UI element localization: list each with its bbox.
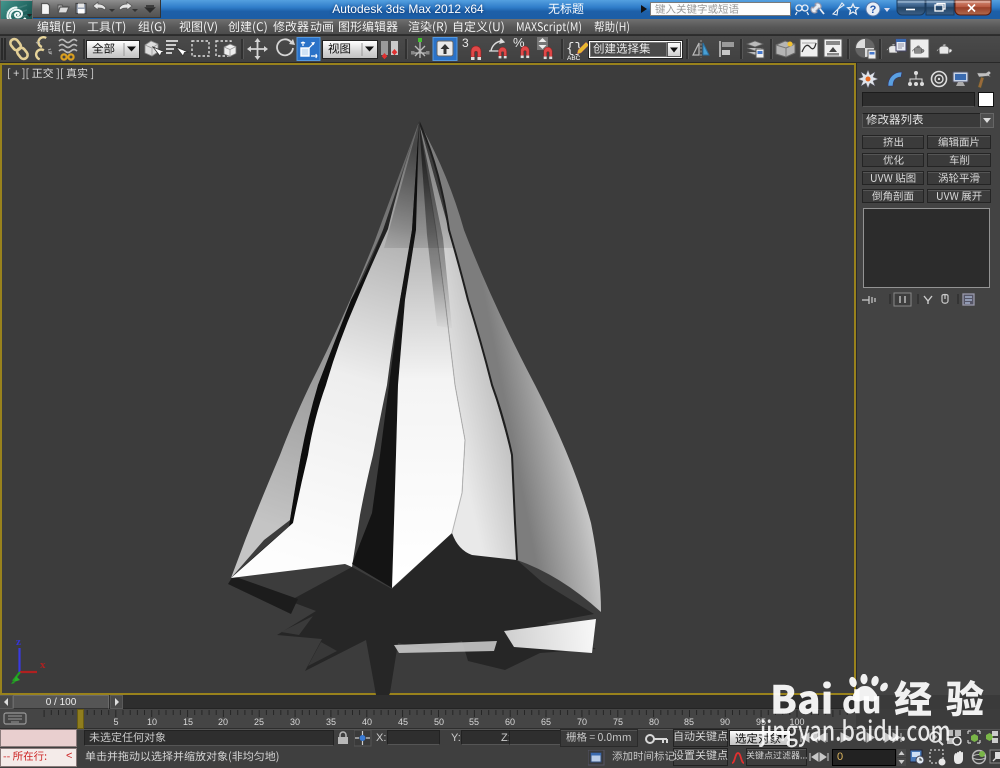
svg-text:?: ? [870, 4, 877, 16]
